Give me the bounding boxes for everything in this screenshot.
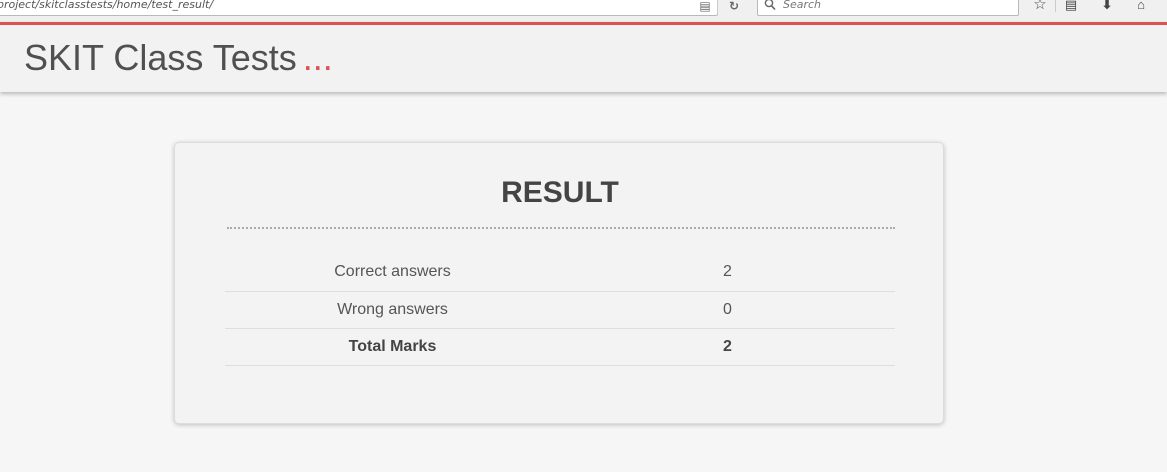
home-icon[interactable]: ⌂ xyxy=(1132,0,1150,13)
wrong-answers-value: 0 xyxy=(560,291,895,329)
dotted-divider xyxy=(227,227,895,229)
toolbar-divider xyxy=(717,0,718,14)
search-icon xyxy=(764,0,776,11)
table-row-wrong: Wrong answers 0 xyxy=(225,291,895,329)
reload-icon[interactable]: ↻ xyxy=(726,0,742,13)
wrong-answers-label: Wrong answers xyxy=(225,291,560,329)
site-title-text[interactable]: SKIT Class Tests xyxy=(24,37,297,78)
search-bar[interactable]: Search xyxy=(757,0,1019,16)
table-row-total: Total Marks 2 xyxy=(225,328,895,366)
correct-answers-value: 2 xyxy=(560,254,895,292)
title-dots: ... xyxy=(302,37,333,78)
site-title[interactable]: SKIT Class Tests... xyxy=(24,38,333,78)
library-icon[interactable]: ▤ xyxy=(1062,0,1080,13)
site-header: SKIT Class Tests... xyxy=(0,22,1167,92)
result-card: RESULT Correct answers 2 Wrong answers 0… xyxy=(174,142,944,424)
result-table: Correct answers 2 Wrong answers 0 Total … xyxy=(225,254,895,366)
browser-toolbar: project/skitclasstests/home/test_result/… xyxy=(0,0,1167,22)
url-text[interactable]: project/skitclasstests/home/test_result/ xyxy=(0,0,213,11)
reader-view-icon[interactable]: ▤ xyxy=(697,0,713,13)
search-placeholder: Search xyxy=(783,0,822,11)
result-heading: RESULT xyxy=(501,176,619,209)
total-marks-label: Total Marks xyxy=(225,328,560,366)
toolbar-divider xyxy=(1055,0,1056,12)
download-icon[interactable]: ⬇ xyxy=(1098,0,1116,13)
address-bar[interactable]: project/skitclasstests/home/test_result/ xyxy=(0,0,718,16)
total-marks-value: 2 xyxy=(560,328,895,366)
bookmark-star-icon[interactable]: ☆ xyxy=(1031,0,1049,13)
correct-answers-label: Correct answers xyxy=(225,254,560,292)
table-row-correct: Correct answers 2 xyxy=(225,254,895,292)
